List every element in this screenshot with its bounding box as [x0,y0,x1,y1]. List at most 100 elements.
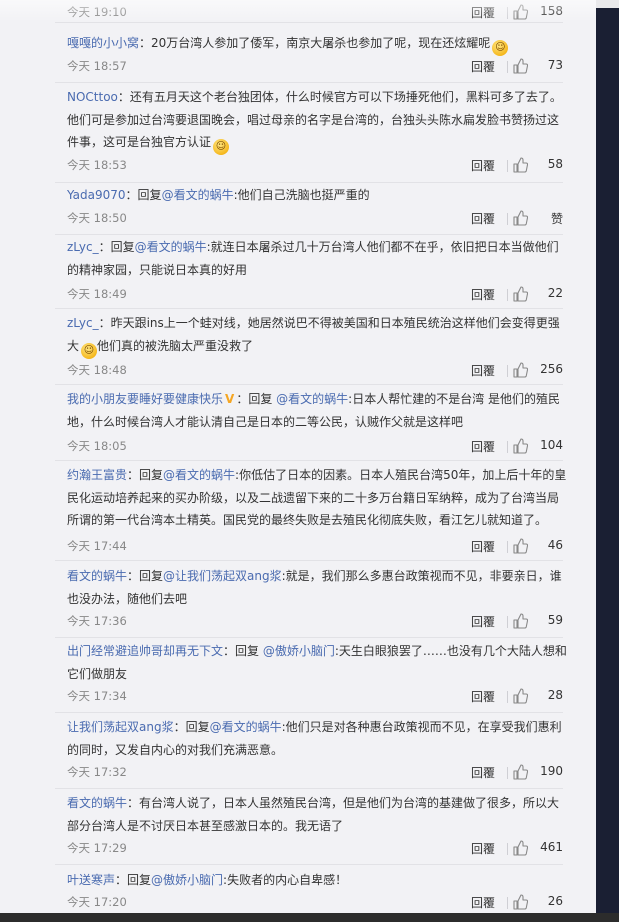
thumbs-up-icon[interactable] [512,688,528,704]
like-count: 46 [547,538,563,552]
comment-actions: 回覆 461 [363,840,563,858]
comment-actions: 回覆 22 [363,286,563,304]
comment-time: 今天 18:50 [67,211,127,225]
thumbs-up-icon[interactable] [512,438,528,454]
comment-time: 今天 18:53 [67,158,127,172]
comment-item: 看文的蜗牛：回复@让我们荡起双ang浆:就是，我们那么多惠台政策视而不见，非要亲… [55,565,563,638]
comment-actions: 回覆 73 [363,58,563,76]
comment-time: 今天 17:44 [67,539,127,553]
thumbs-up-icon[interactable] [512,764,528,780]
thumbs-up-icon[interactable] [512,58,528,74]
comment-text: ：回复 [223,644,263,658]
reply-button[interactable]: 回覆 [471,362,495,379]
comment-body: 让我们荡起双ang浆：回复@看文的蜗牛:他们只是对各种惠台政策视而不见，在享受我… [67,716,567,761]
reply-button[interactable]: 回覆 [471,613,495,630]
thumbs-up-icon[interactable] [512,4,528,20]
comment-item: 今天 19:10 回覆 158 [55,0,563,23]
thumbs-up-icon[interactable] [512,840,528,856]
like-count: 26 [547,894,563,908]
comment-time: 今天 18:05 [67,439,127,453]
comment-author[interactable]: 出门经常避追帅哥却再无下文 [67,644,223,658]
comment-author[interactable]: 约瀚王富贵 [67,468,127,482]
comment-text: ：回复 [127,569,164,583]
comment-body: 叶送寒声：回复@傲娇小脑门:失败者的内心自卑感！ [67,869,567,892]
reply-button[interactable]: 回覆 [471,840,495,857]
reply-button[interactable]: 回覆 [471,4,495,21]
comment-author[interactable]: Yada9070 [67,188,126,202]
comment-author[interactable]: 我的小朋友要睡好要健康快乐 [67,392,223,406]
comment-item: 看文的蜗牛：有台湾人说了，日本人虽然殖民台湾，但是他们为台湾的基建做了很多，所以… [55,792,563,865]
mention-link[interactable]: @看文的蜗牛 [135,240,207,254]
comment-item: zLyc_：昨天跟ins上一个蛙对线，她居然说巴不得被美国和日本殖民统治这样他们… [55,312,563,385]
reply-button[interactable]: 回覆 [471,894,495,911]
comment-body: 看文的蜗牛：回复@让我们荡起双ang浆:就是，我们那么多惠台政策视而不见，非要亲… [67,565,567,610]
comment-text: ：有台湾人说了，日本人虽然殖民台湾，但是他们为台湾的基建做了很多，所以大部分台湾… [67,796,560,833]
comment-text: ：回复 [173,720,210,734]
comment-item: 让我们荡起双ang浆：回复@看文的蜗牛:他们只是对各种惠台政策视而不见，在享受我… [55,716,563,789]
comment-actions: 回覆 46 [363,538,563,556]
like-count: 59 [547,613,563,627]
reply-button[interactable]: 回覆 [471,538,495,555]
comment-author[interactable]: 让我们荡起双ang浆 [67,720,174,734]
mention-link[interactable]: @傲娇小脑门 [151,873,223,887]
mention-link[interactable]: @傲娇小脑门 [263,644,335,658]
like-count: 461 [540,840,563,854]
comment-author[interactable]: zLyc_ [67,316,99,330]
like-count: 104 [540,438,563,452]
action-divider [507,289,508,301]
thumbs-up-icon[interactable] [512,894,528,910]
comment-body: 我的小朋友要睡好要健康快乐 V ：回复 @看文的蜗牛:日本人帮忙建的不是台湾 是他们… [67,388,567,433]
comment-item: 我的小朋友要睡好要健康快乐 V ：回复 @看文的蜗牛:日本人帮忙建的不是台湾 是他们… [55,388,563,461]
action-divider [507,7,508,19]
laugh-emoji-icon: ☺ [81,342,98,359]
thumbs-up-icon[interactable] [512,157,528,173]
thumbs-up-icon[interactable] [512,613,528,629]
action-divider [507,541,508,553]
mention-link[interactable]: @看文的蜗牛 [276,392,348,406]
comment-author[interactable]: 看文的蜗牛 [67,796,127,810]
comment-time: 今天 17:34 [67,689,127,703]
like-count: 28 [547,688,563,702]
mention-link[interactable]: @看文的蜗牛 [163,468,235,482]
like-count: 22 [547,286,563,300]
comment-author[interactable]: zLyc_ [67,240,99,254]
comment-body: Yada9070：回复@看文的蜗牛:他们自己洗脑也挺严重的 [67,184,567,207]
like-count: 190 [540,764,563,778]
comment-author[interactable]: NOCttoo [67,90,118,104]
thumbs-up-icon[interactable] [512,538,528,554]
action-divider [507,61,508,73]
thumbs-up-icon[interactable] [512,286,528,302]
thumbs-up-icon[interactable] [512,210,528,226]
comment-time: 今天 18:49 [67,287,127,301]
comment-time: 今天 17:29 [67,841,127,855]
thumbs-up-icon[interactable] [512,362,528,378]
comment-item: zLyc_：回复@看文的蜗牛:就连日本屠杀过几十万台湾人他们都不在乎，依旧把日本… [55,236,563,309]
reply-button[interactable]: 回覆 [471,438,495,455]
action-divider [507,897,508,909]
comment-actions: 回覆 190 [363,764,563,782]
comment-time: 今天 17:20 [67,895,127,909]
comment-author[interactable]: 看文的蜗牛 [67,569,127,583]
reply-button[interactable]: 回覆 [471,764,495,781]
reply-button[interactable]: 回覆 [471,210,495,227]
comment-text-rest: :他们自己洗脑也挺严重的 [233,188,370,202]
mention-link[interactable]: @看文的蜗牛 [162,188,234,202]
comment-actions: 回覆 256 [363,362,563,380]
action-divider [507,843,508,855]
reply-button[interactable]: 回覆 [471,58,495,75]
comment-body: 出门经常避追帅哥却再无下文：回复 @傲娇小脑门:天生白眼狼罢了……也没有几个大陆… [67,640,567,685]
action-divider [507,160,508,172]
reply-button[interactable]: 回覆 [471,688,495,705]
reply-button[interactable]: 回覆 [471,157,495,174]
reply-button[interactable]: 回覆 [471,286,495,303]
comment-time: 今天 17:36 [67,614,127,628]
comment-text: ：回复 [236,392,277,406]
mention-link[interactable]: @让我们荡起双ang浆 [163,569,282,583]
comment-author[interactable]: 叶送寒声 [67,873,115,887]
comment-actions: 回覆 59 [363,613,563,631]
like-count: 赞 [550,212,563,226]
comment-actions: 回覆 58 [363,157,563,175]
comment-text: ：回复 [125,188,162,202]
comment-author[interactable]: 嘎嘎的小小窝 [67,36,139,50]
mention-link[interactable]: @看文的蜗牛 [210,720,282,734]
